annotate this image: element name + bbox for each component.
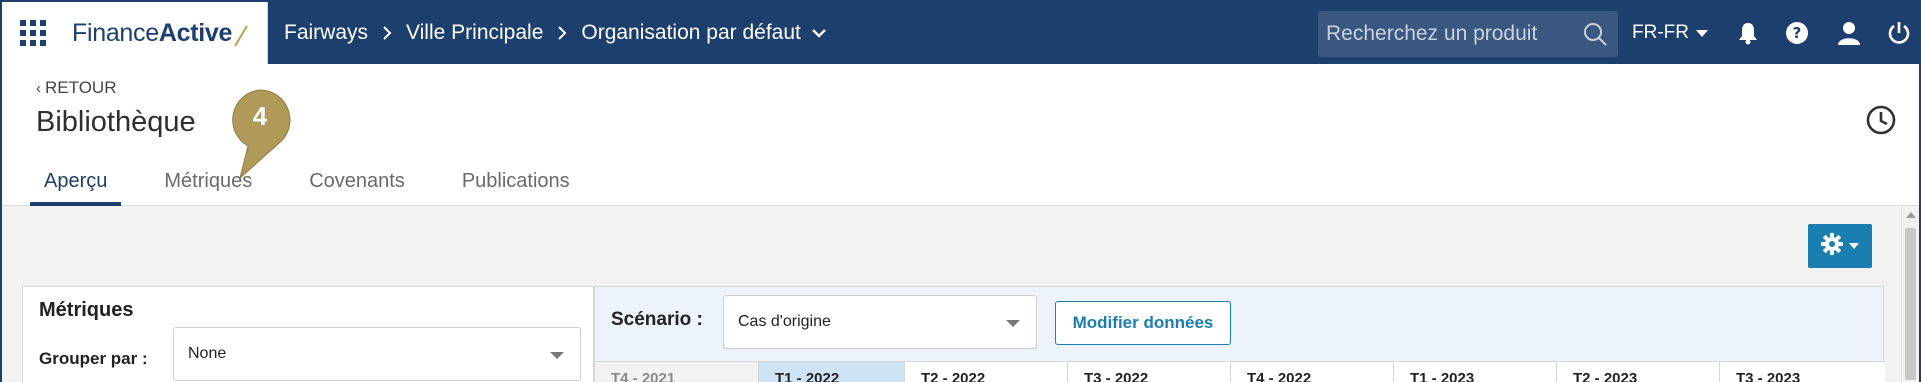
- quarter-header[interactable]: T2 - 2022: [905, 362, 1068, 382]
- tab-bar: Aperçu Métriques Covenants Publications: [30, 162, 613, 206]
- help-icon[interactable]: ?: [1784, 20, 1810, 46]
- history-icon[interactable]: [1865, 104, 1897, 141]
- metrics-panel: Métriques Grouper par : None: [22, 286, 594, 382]
- quarter-header[interactable]: T1 - 2023: [1394, 362, 1557, 382]
- search-input[interactable]: [1326, 22, 1576, 46]
- user-icon[interactable]: [1836, 20, 1862, 46]
- chevron-right-icon: [382, 25, 392, 41]
- gear-icon: [1821, 232, 1843, 260]
- logo-text: FinanceActive: [72, 18, 233, 47]
- caret-down-icon: [1849, 243, 1859, 249]
- step-badge-number: 4: [252, 101, 268, 131]
- quarter-header[interactable]: T2 - 2023: [1557, 362, 1720, 382]
- power-icon[interactable]: [1886, 20, 1912, 46]
- scenario-label: Scénario :: [611, 309, 703, 330]
- modify-data-button[interactable]: Modifier données: [1055, 301, 1231, 345]
- logo-slash-icon: [234, 25, 248, 47]
- tab-apercu[interactable]: Aperçu: [30, 162, 122, 206]
- tab-publications[interactable]: Publications: [448, 162, 584, 206]
- chevron-down-icon[interactable]: [811, 28, 827, 38]
- breadcrumb-item-fairways[interactable]: Fairways: [284, 21, 368, 45]
- breadcrumb-item-organisation[interactable]: Organisation par défaut: [581, 21, 800, 45]
- tab-metriques[interactable]: Métriques: [150, 162, 266, 206]
- search-box: [1318, 11, 1618, 57]
- svg-text:?: ?: [1793, 24, 1802, 42]
- logo[interactable]: FinanceActive: [64, 2, 268, 64]
- language-label: FR-FR: [1632, 22, 1689, 43]
- search-icon[interactable]: [1582, 21, 1608, 52]
- group-by-label: Grouper par :: [39, 349, 148, 368]
- page-title: Bibliothèque: [36, 106, 196, 138]
- metrics-panel-title: Métriques: [39, 299, 134, 321]
- scroll-up-icon[interactable]: [1906, 212, 1916, 218]
- bell-icon[interactable]: [1735, 20, 1761, 46]
- quarter-header[interactable]: T3 - 2023: [1720, 362, 1885, 382]
- breadcrumb-item-ville[interactable]: Ville Principale: [406, 21, 543, 45]
- top-bar: FinanceActive Fairways Ville Principale …: [2, 2, 1919, 64]
- chevron-right-icon: [557, 25, 567, 41]
- chevron-left-icon: ‹: [36, 79, 41, 97]
- quarter-header[interactable]: T3 - 2022: [1068, 362, 1231, 382]
- group-by-value: None: [188, 345, 227, 362]
- settings-menu-button[interactable]: [1808, 224, 1872, 268]
- main-content: Métriques Grouper par : None Scénario : …: [2, 206, 1901, 382]
- back-link[interactable]: ‹ RETOUR: [36, 78, 116, 98]
- tab-covenants[interactable]: Covenants: [295, 162, 419, 206]
- apps-grid-icon: [20, 20, 46, 46]
- caret-down-icon: [550, 352, 564, 359]
- group-by-select[interactable]: None: [173, 327, 581, 381]
- vertical-scrollbar[interactable]: [1901, 206, 1919, 382]
- quarter-header[interactable]: T4 - 2022: [1231, 362, 1394, 382]
- language-selector[interactable]: FR-FR: [1632, 2, 1708, 64]
- quarter-header[interactable]: T1 - 2022: [759, 362, 905, 382]
- scenario-select[interactable]: Cas d'origine: [723, 295, 1037, 349]
- quarter-header-row: T4 - 2021 T1 - 2022 T2 - 2022 T3 - 2022 …: [595, 361, 1885, 382]
- quarter-header[interactable]: T4 - 2021: [595, 362, 759, 382]
- page-header: ‹ RETOUR Bibliothèque 4 Aperçu Métriques…: [2, 64, 1919, 206]
- scenario-value: Cas d'origine: [738, 313, 831, 330]
- breadcrumb: Fairways Ville Principale Organisation p…: [284, 2, 827, 64]
- caret-down-icon: [1695, 29, 1708, 37]
- scrollbar-thumb[interactable]: [1905, 228, 1916, 380]
- back-label: RETOUR: [45, 78, 117, 97]
- caret-down-icon: [1006, 320, 1020, 327]
- apps-grid-button[interactable]: [2, 2, 64, 64]
- scenario-panel: Scénario : Cas d'origine Modifier donnée…: [594, 286, 1885, 382]
